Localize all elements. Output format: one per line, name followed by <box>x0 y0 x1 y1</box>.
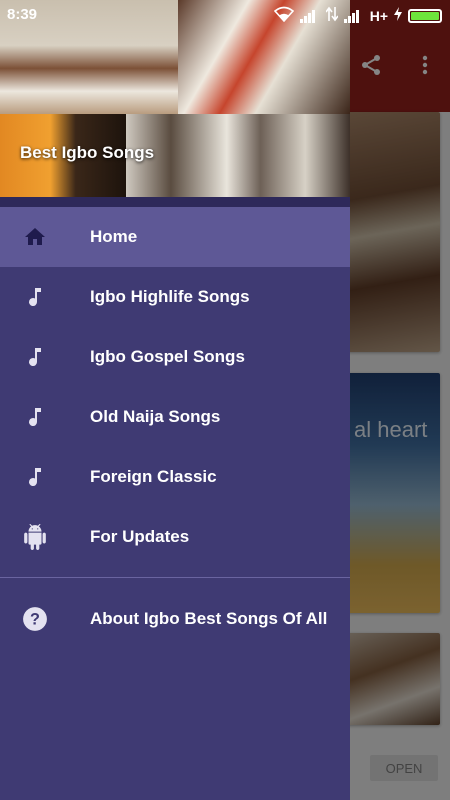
signal-icon <box>299 9 320 23</box>
music-note-icon <box>22 464 48 490</box>
navigation-drawer: Best Igbo Songs Home Igbo Highlife Songs… <box>0 0 350 800</box>
status-icons: H+ <box>273 6 442 26</box>
nav-item-label: For Updates <box>90 527 190 546</box>
nav-item-for-updates[interactable]: For Updates <box>0 507 350 567</box>
music-note-icon <box>22 284 48 310</box>
network-type: H+ <box>369 8 388 24</box>
status-bar: 8:39 H+ <box>0 0 450 30</box>
battery-icon <box>408 9 442 23</box>
nav-item-home[interactable]: Home <box>0 207 350 267</box>
nav-list: Home Igbo Highlife Songs Igbo Gospel Son… <box>0 207 350 567</box>
nav-item-label: About Igbo Best Songs Of All <box>90 609 328 628</box>
android-icon <box>22 524 48 550</box>
music-note-icon <box>22 344 48 370</box>
nav-item-label: Igbo Highlife Songs <box>90 287 250 306</box>
data-arrows-icon <box>325 6 339 26</box>
home-icon <box>22 224 48 250</box>
nav-item-label: Igbo Gospel Songs <box>90 347 245 366</box>
nav-divider <box>0 577 350 578</box>
nav-item-foreign-classic[interactable]: Foreign Classic <box>0 447 350 507</box>
signal-icon <box>343 9 364 23</box>
status-time: 8:39 <box>7 6 38 23</box>
drawer-title: Best Igbo Songs <box>20 143 155 162</box>
header-photo <box>126 114 350 197</box>
nav-item-igbo-gospel-songs[interactable]: Igbo Gospel Songs <box>0 327 350 387</box>
music-note-icon <box>22 404 48 430</box>
charging-icon <box>394 7 402 25</box>
nav-item-about[interactable]: ? About Igbo Best Songs Of All <box>0 589 350 649</box>
header-divider <box>0 197 350 207</box>
svg-text:?: ? <box>30 610 40 628</box>
nav-item-label: Foreign Classic <box>90 467 217 486</box>
nav-item-label: Home <box>90 227 138 246</box>
nav-item-label: Old Naija Songs <box>90 407 221 426</box>
nav-item-old-naija-songs[interactable]: Old Naija Songs <box>0 387 350 447</box>
wifi-icon <box>273 6 294 26</box>
help-icon: ? <box>22 606 48 632</box>
nav-item-igbo-highlife-songs[interactable]: Igbo Highlife Songs <box>0 267 350 327</box>
